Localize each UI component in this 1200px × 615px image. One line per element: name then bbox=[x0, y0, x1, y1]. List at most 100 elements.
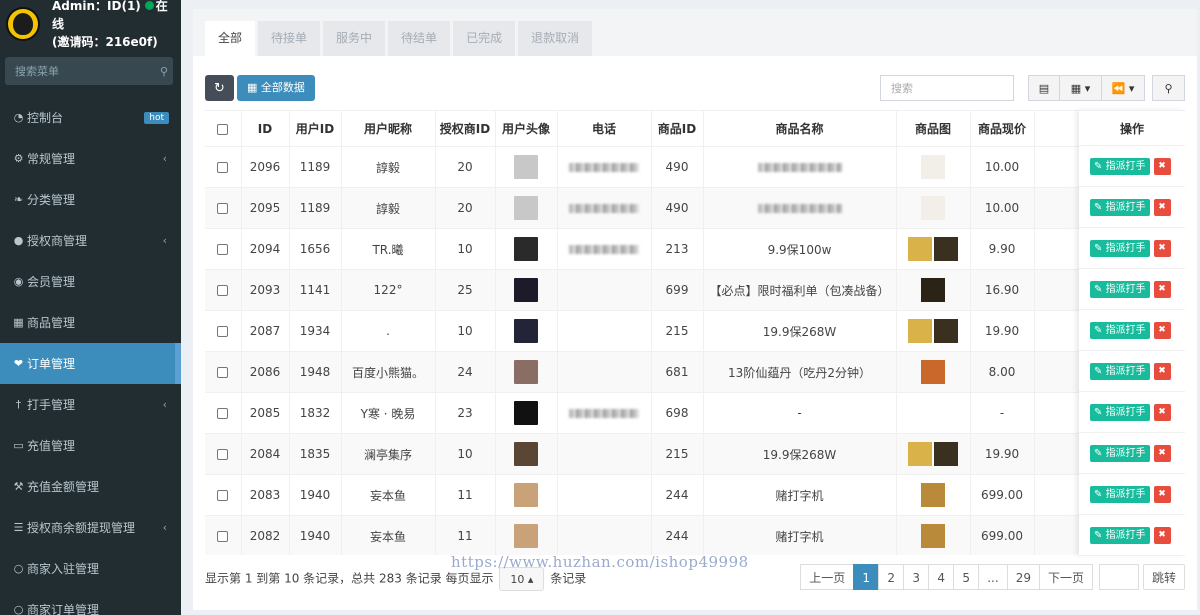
menu-search-input[interactable] bbox=[15, 64, 160, 78]
delete-button[interactable]: ✖ bbox=[1153, 526, 1171, 544]
all-data-button[interactable]: ▦ 全部数据 bbox=[237, 75, 315, 101]
tab-3[interactable]: 待结单 bbox=[388, 21, 451, 56]
column-header[interactable]: 商品ID bbox=[651, 110, 704, 147]
cell-price: 19.90 bbox=[970, 310, 1035, 352]
delete-button[interactable]: ✖ bbox=[1153, 362, 1171, 380]
cell-product-id: 244 bbox=[651, 474, 704, 516]
assign-player-button[interactable]: ✎ 指派打手 bbox=[1090, 526, 1150, 544]
search-icon[interactable]: ⚲ bbox=[160, 65, 168, 78]
column-header[interactable]: ID bbox=[241, 110, 290, 147]
row-checkbox[interactable] bbox=[217, 244, 229, 255]
cell-phone bbox=[557, 146, 652, 188]
refresh-button[interactable]: ↻ bbox=[205, 75, 234, 101]
assign-player-button[interactable]: ✎ 指派打手 bbox=[1090, 239, 1150, 257]
row-checkbox[interactable] bbox=[217, 531, 229, 542]
page-jump-input[interactable] bbox=[1098, 564, 1139, 590]
sidebar-item-10[interactable]: ☰ 授权商余额提现管理 ‹ bbox=[0, 507, 181, 548]
table-row: 20841835澜亭集序1021519.9保268W19.90125 bbox=[205, 433, 1185, 475]
toggle-view-button[interactable]: ▤ bbox=[1028, 75, 1060, 101]
delete-button[interactable]: ✖ bbox=[1153, 403, 1171, 421]
cell-product-image bbox=[896, 351, 971, 393]
row-checkbox[interactable] bbox=[217, 408, 229, 419]
page-link-1[interactable]: 1 bbox=[853, 564, 880, 590]
cell-phone bbox=[557, 351, 652, 393]
assign-player-button[interactable]: ✎ 指派打手 bbox=[1090, 444, 1150, 462]
row-checkbox[interactable] bbox=[217, 285, 229, 296]
column-header[interactable]: 电话 bbox=[557, 110, 652, 147]
page-link-8[interactable]: 下一页 bbox=[1038, 564, 1093, 590]
delete-button[interactable]: ✖ bbox=[1153, 157, 1171, 175]
assign-player-button[interactable]: ✎ 指派打手 bbox=[1090, 280, 1150, 298]
assign-player-button[interactable]: ✎ 指派打手 bbox=[1090, 362, 1150, 380]
cell-id: 2094 bbox=[241, 228, 290, 270]
row-checkbox-cell bbox=[205, 269, 242, 311]
page-link-6[interactable]: ... bbox=[978, 564, 1008, 590]
select-all-checkbox[interactable] bbox=[217, 123, 229, 135]
cell-avatar bbox=[495, 228, 558, 270]
sidebar-item-3[interactable]: ● 授权商管理 ‹ bbox=[0, 220, 181, 261]
sidebar-item-0[interactable]: ◔ 控制台 hot bbox=[0, 97, 181, 138]
assign-player-button[interactable]: ✎ 指派打手 bbox=[1090, 403, 1150, 421]
pagination-info: 显示第 1 到第 10 条记录，总共 283 条记录 每页显示 10 ▴ 条记录 bbox=[205, 567, 586, 591]
page-link-5[interactable]: 5 bbox=[953, 564, 980, 590]
row-checkbox[interactable] bbox=[217, 203, 229, 214]
assign-player-button[interactable]: ✎ 指派打手 bbox=[1090, 485, 1150, 503]
page-link-4[interactable]: 4 bbox=[928, 564, 955, 590]
tab-0[interactable]: 全部 bbox=[205, 21, 256, 56]
page-link-2[interactable]: 2 bbox=[878, 564, 905, 590]
sidebar-item-6[interactable]: ❤ 订单管理 bbox=[0, 343, 181, 384]
assign-player-button[interactable]: ✎ 指派打手 bbox=[1090, 157, 1150, 175]
sidebar-item-8[interactable]: ▭ 充值管理 bbox=[0, 425, 181, 466]
page-size-select[interactable]: 10 ▴ bbox=[499, 567, 545, 591]
export-button[interactable]: ⏪ ▾ bbox=[1101, 75, 1145, 101]
tab-5[interactable]: 退款取消 bbox=[518, 21, 593, 56]
product-image bbox=[921, 483, 945, 507]
delete-button[interactable]: ✖ bbox=[1153, 239, 1171, 257]
tab-1[interactable]: 待接单 bbox=[258, 21, 321, 56]
assign-player-label: 指派打手 bbox=[1105, 201, 1146, 213]
assign-player-button[interactable]: ✎ 指派打手 bbox=[1090, 198, 1150, 216]
row-checkbox[interactable] bbox=[217, 326, 229, 337]
cell-agent-id: 11 bbox=[435, 515, 496, 555]
product-image bbox=[908, 319, 932, 343]
sidebar-item-7[interactable]: † 打手管理 ‹ bbox=[0, 384, 181, 425]
sidebar-item-12[interactable]: ○ 商家订单管理 bbox=[0, 589, 181, 615]
sidebar-item-4[interactable]: ◉ 会员管理 bbox=[0, 261, 181, 302]
assign-player-button[interactable]: ✎ 指派打手 bbox=[1090, 321, 1150, 339]
row-checkbox[interactable] bbox=[217, 490, 229, 501]
cell-agent-id: 20 bbox=[435, 187, 496, 229]
column-header[interactable]: 商品现价 bbox=[970, 110, 1035, 147]
row-checkbox[interactable] bbox=[217, 449, 229, 460]
delete-button[interactable]: ✖ bbox=[1153, 198, 1171, 216]
page-link-3[interactable]: 3 bbox=[903, 564, 930, 590]
sidebar-item-11[interactable]: ○ 商家入驻管理 bbox=[0, 548, 181, 589]
sidebar-item-1[interactable]: ⚙ 常规管理 ‹ bbox=[0, 138, 181, 179]
page-jump-button[interactable]: 跳转 bbox=[1142, 564, 1185, 590]
row-checkbox[interactable] bbox=[217, 162, 229, 173]
page-link-0[interactable]: 上一页 bbox=[800, 564, 855, 590]
page-link-7[interactable]: 29 bbox=[1006, 564, 1040, 590]
cell-avatar bbox=[495, 515, 558, 555]
delete-button[interactable]: ✖ bbox=[1153, 485, 1171, 503]
delete-button[interactable]: ✖ bbox=[1153, 280, 1171, 298]
row-checkbox[interactable] bbox=[217, 367, 229, 378]
advanced-search-button[interactable]: ⚲ bbox=[1152, 75, 1185, 101]
column-header[interactable]: 用户头像 bbox=[495, 110, 558, 147]
delete-button[interactable]: ✖ bbox=[1153, 321, 1171, 339]
assign-player-label: 指派打手 bbox=[1105, 406, 1146, 418]
delete-button[interactable]: ✖ bbox=[1153, 444, 1171, 462]
column-header[interactable]: 商品名称 bbox=[703, 110, 897, 147]
tab-2[interactable]: 服务中 bbox=[323, 21, 386, 56]
cell-user-id: 1656 bbox=[289, 228, 342, 270]
sidebar-item-5[interactable]: ▦ 商品管理 bbox=[0, 302, 181, 343]
column-header[interactable]: 授权商ID bbox=[435, 110, 496, 147]
column-header[interactable]: 用户ID bbox=[289, 110, 342, 147]
sidebar-item-9[interactable]: ⚒ 充值金额管理 bbox=[0, 466, 181, 507]
column-header[interactable]: 用户昵称 bbox=[341, 110, 436, 147]
cell-avatar bbox=[495, 392, 558, 434]
column-header[interactable]: 商品图 bbox=[896, 110, 971, 147]
sidebar-item-2[interactable]: ❧ 分类管理 bbox=[0, 179, 181, 220]
table-search-input[interactable] bbox=[880, 75, 1014, 101]
columns-button[interactable]: ▦ ▾ bbox=[1059, 75, 1102, 101]
tab-4[interactable]: 已完成 bbox=[453, 21, 516, 56]
